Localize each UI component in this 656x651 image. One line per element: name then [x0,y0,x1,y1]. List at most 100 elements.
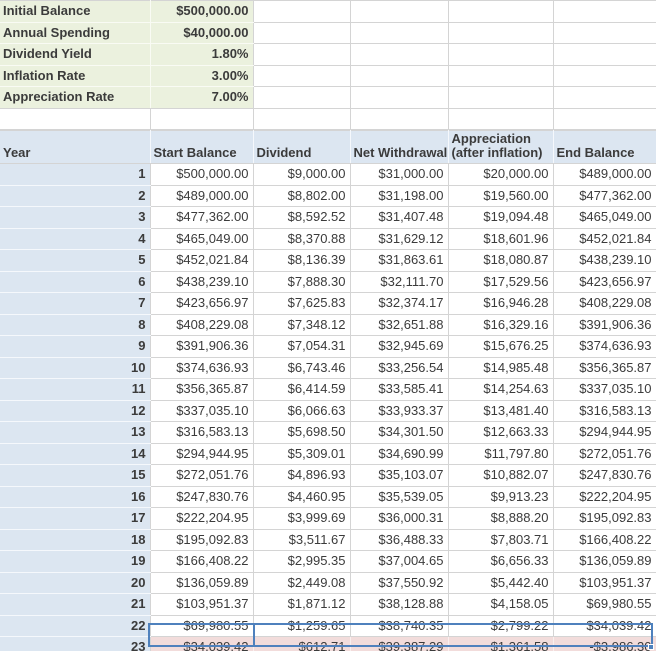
param-label-cell[interactable]: Appreciation Rate [0,87,150,109]
start-balance-cell[interactable]: $374,636.93 [150,357,253,379]
net-withdrawal-cell[interactable]: $34,301.50 [350,422,448,444]
dividend-cell[interactable]: $1,259.65 [253,615,350,637]
appreciation-cell[interactable]: $2,799.22 [448,615,553,637]
year-cell[interactable]: 19 [0,551,150,573]
start-balance-cell[interactable]: $408,229.08 [150,314,253,336]
start-balance-cell[interactable]: $500,000.00 [150,164,253,186]
start-balance-cell[interactable]: $34,039.42 [150,637,253,651]
end-balance-cell[interactable]: $222,204.95 [553,486,656,508]
start-balance-cell[interactable]: $247,830.76 [150,486,253,508]
year-cell[interactable]: 16 [0,486,150,508]
empty-cell[interactable] [350,1,448,23]
net-withdrawal-cell[interactable]: $37,550.92 [350,572,448,594]
net-withdrawal-cell[interactable]: $37,004.65 [350,551,448,573]
empty-cell[interactable] [448,44,553,66]
appreciation-cell[interactable]: $7,803.71 [448,529,553,551]
net-withdrawal-cell[interactable]: $36,488.33 [350,529,448,551]
year-cell[interactable]: 13 [0,422,150,444]
year-cell[interactable]: 4 [0,228,150,250]
param-value-cell[interactable]: 1.80% [150,44,253,66]
net-withdrawal-cell[interactable]: $38,128.88 [350,594,448,616]
net-withdrawal-cell[interactable]: $33,256.54 [350,357,448,379]
start-balance-cell[interactable]: $103,951.37 [150,594,253,616]
dividend-cell[interactable]: $5,698.50 [253,422,350,444]
dividend-cell[interactable]: $8,136.39 [253,250,350,272]
appreciation-cell[interactable]: $1,361.58 [448,637,553,651]
param-label-cell[interactable]: Inflation Rate [0,65,150,87]
net-withdrawal-cell[interactable]: $32,111.70 [350,271,448,293]
year-cell[interactable]: 15 [0,465,150,487]
end-balance-cell[interactable]: $34,039.42 [553,615,656,637]
empty-cell[interactable] [553,22,656,44]
appreciation-cell[interactable]: $12,663.33 [448,422,553,444]
header-net-withdrawal[interactable]: Net Withdrawal [350,131,448,164]
header-start-balance[interactable]: Start Balance [150,131,253,164]
header-dividend[interactable]: Dividend [253,131,350,164]
fill-handle[interactable] [648,644,654,650]
start-balance-cell[interactable]: $438,239.10 [150,271,253,293]
start-balance-cell[interactable]: $316,583.13 [150,422,253,444]
net-withdrawal-cell[interactable]: $35,103.07 [350,465,448,487]
start-balance-cell[interactable]: $166,408.22 [150,551,253,573]
net-withdrawal-cell[interactable]: $36,000.31 [350,508,448,530]
empty-cell[interactable] [253,44,350,66]
start-balance-cell[interactable]: $489,000.00 [150,185,253,207]
end-balance-cell[interactable]: $247,830.76 [553,465,656,487]
empty-cell[interactable] [448,1,553,23]
empty-cell[interactable] [448,22,553,44]
param-value-cell[interactable]: $40,000.00 [150,22,253,44]
start-balance-cell[interactable]: $294,944.95 [150,443,253,465]
year-cell[interactable]: 20 [0,572,150,594]
end-balance-cell[interactable]: $423,656.97 [553,271,656,293]
net-withdrawal-cell[interactable]: $31,407.48 [350,207,448,229]
appreciation-cell[interactable]: $18,601.96 [448,228,553,250]
dividend-cell[interactable]: $6,414.59 [253,379,350,401]
appreciation-cell[interactable]: $14,985.48 [448,357,553,379]
year-cell[interactable]: 9 [0,336,150,358]
start-balance-cell[interactable]: $136,059.89 [150,572,253,594]
appreciation-cell[interactable]: $16,329.16 [448,314,553,336]
appreciation-cell[interactable]: $20,000.00 [448,164,553,186]
appreciation-cell[interactable]: $11,797.80 [448,443,553,465]
year-cell[interactable]: 7 [0,293,150,315]
dividend-cell[interactable]: $1,871.12 [253,594,350,616]
year-cell[interactable]: 17 [0,508,150,530]
end-balance-cell[interactable]: $489,000.00 [553,164,656,186]
start-balance-cell[interactable]: $337,035.10 [150,400,253,422]
year-cell[interactable]: 12 [0,400,150,422]
appreciation-cell[interactable]: $8,888.20 [448,508,553,530]
start-balance-cell[interactable]: $452,021.84 [150,250,253,272]
start-balance-cell[interactable]: $69,980.55 [150,615,253,637]
year-cell[interactable]: 10 [0,357,150,379]
dividend-cell[interactable]: $4,460.95 [253,486,350,508]
dividend-cell[interactable]: $3,999.69 [253,508,350,530]
appreciation-cell[interactable]: $4,158.05 [448,594,553,616]
header-appreciation[interactable]: Appreciation (after inflation) [448,131,553,164]
param-label-cell[interactable]: Initial Balance [0,1,150,23]
start-balance-cell[interactable]: $391,906.36 [150,336,253,358]
net-withdrawal-cell[interactable]: $31,863.61 [350,250,448,272]
param-value-cell[interactable]: $500,000.00 [150,1,253,23]
end-balance-cell[interactable]: $337,035.10 [553,379,656,401]
net-withdrawal-cell[interactable]: $32,374.17 [350,293,448,315]
dividend-cell[interactable]: $612.71 [253,637,350,651]
param-label-cell[interactable]: Dividend Yield [0,44,150,66]
dividend-cell[interactable]: $9,000.00 [253,164,350,186]
end-balance-cell[interactable]: $136,059.89 [553,551,656,573]
dividend-cell[interactable]: $2,995.35 [253,551,350,573]
empty-cell[interactable] [150,108,253,130]
net-withdrawal-cell[interactable]: $31,198.00 [350,185,448,207]
empty-cell[interactable] [448,87,553,109]
empty-cell[interactable] [253,65,350,87]
end-balance-cell[interactable]: $374,636.93 [553,336,656,358]
param-value-cell[interactable]: 7.00% [150,87,253,109]
end-balance-cell[interactable]: $408,229.08 [553,293,656,315]
empty-cell[interactable] [253,87,350,109]
year-cell[interactable]: 1 [0,164,150,186]
appreciation-cell[interactable]: $13,481.40 [448,400,553,422]
end-balance-cell[interactable]: $294,944.95 [553,422,656,444]
start-balance-cell[interactable]: $195,092.83 [150,529,253,551]
net-withdrawal-cell[interactable]: $35,539.05 [350,486,448,508]
empty-cell[interactable] [350,44,448,66]
end-balance-cell[interactable]: $356,365.87 [553,357,656,379]
